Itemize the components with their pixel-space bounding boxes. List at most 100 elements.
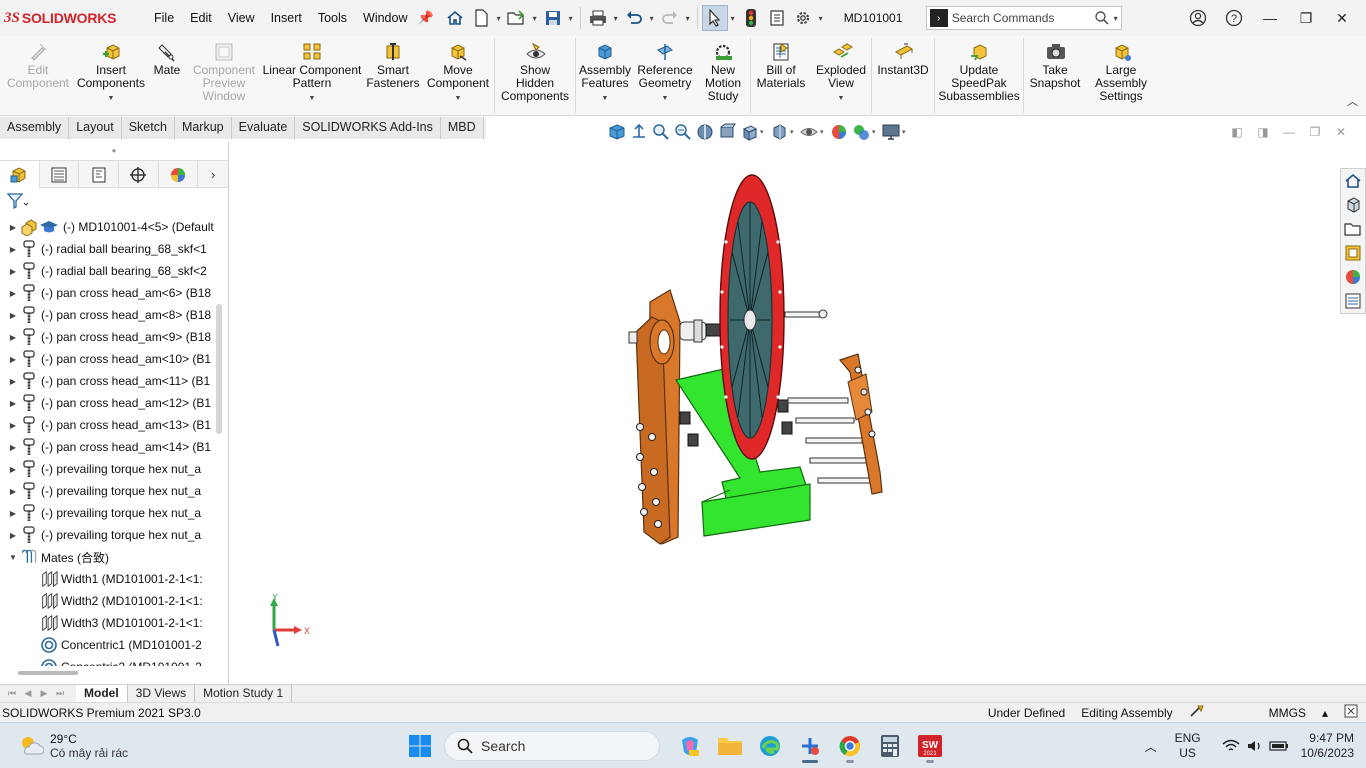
tree-item[interactable]: ▶ (-) pan cross head_am<12> (B1 bbox=[0, 392, 216, 414]
panel-grip[interactable]: ● bbox=[0, 142, 228, 160]
tree-item[interactable]: ▼ Mates (合致) bbox=[0, 546, 216, 568]
feature-manager-tab[interactable] bbox=[0, 161, 40, 189]
new-document-button[interactable] bbox=[468, 5, 494, 31]
tab-mbd[interactable]: MBD bbox=[440, 117, 484, 139]
scene-dropdown[interactable]: ▾ bbox=[872, 128, 880, 136]
search-commands-box[interactable]: › Search Commands ▾ bbox=[925, 6, 1122, 30]
undo-dropdown[interactable]: ▾ bbox=[647, 14, 657, 23]
chrome-app[interactable] bbox=[830, 727, 870, 765]
tree-item[interactable]: ▶ (-) prevailing torque hex nut_a bbox=[0, 480, 216, 502]
view-orientation-button[interactable] bbox=[738, 122, 760, 142]
show-hidden-icons-button[interactable]: ︿ bbox=[1139, 738, 1163, 755]
expand-closed-icon[interactable]: ▶ bbox=[6, 509, 20, 518]
cmd-exploded-view[interactable]: Exploded View ▼ bbox=[811, 36, 871, 115]
tree-item[interactable]: ▶ (-) radial ball bearing_68_skf<2 bbox=[0, 260, 216, 282]
expand-closed-icon[interactable]: ▶ bbox=[6, 443, 20, 452]
cmd-motion-study[interactable]: New Motion Study bbox=[696, 36, 750, 115]
calculator-app[interactable] bbox=[870, 727, 910, 765]
minimize-button[interactable]: — bbox=[1252, 0, 1288, 36]
edge-app[interactable] bbox=[750, 727, 790, 765]
graphics-area[interactable]: Y X bbox=[230, 142, 1338, 684]
mate-item[interactable]: Concentric1 (MD101001-2 bbox=[0, 634, 216, 656]
save-dropdown[interactable]: ▾ bbox=[566, 14, 576, 23]
apply-scene-button[interactable] bbox=[850, 122, 872, 142]
cmd-reference-geometry[interactable]: Reference Geometry ▼ bbox=[634, 36, 696, 115]
tree-item[interactable]: ▶ (-) MD101001-4<5> (Default bbox=[0, 216, 216, 238]
collapse-ribbon-icon[interactable]: ︿ bbox=[1347, 93, 1358, 109]
tab-evaluate[interactable]: Evaluate bbox=[231, 117, 296, 139]
open-dropdown[interactable]: ▾ bbox=[530, 14, 540, 23]
zoom-to-area-button[interactable] bbox=[628, 122, 650, 142]
tree-vertical-scrollbar[interactable] bbox=[216, 304, 222, 434]
expand-closed-icon[interactable]: ▶ bbox=[6, 399, 20, 408]
expand-closed-icon[interactable]: ▶ bbox=[6, 333, 20, 342]
cmd-speedpak[interactable]: Update SpeedPak Subassemblies bbox=[935, 36, 1023, 115]
first-tab-icon[interactable]: ⏮ bbox=[4, 688, 20, 699]
cmd-smart-fasteners[interactable]: Smart Fasteners bbox=[364, 36, 422, 115]
options-dropdown[interactable]: ▾ bbox=[816, 14, 826, 23]
wifi-status[interactable] bbox=[1219, 739, 1243, 753]
tree-item[interactable]: ▶ (-) pan cross head_am<8> (B18 bbox=[0, 304, 216, 326]
doc-tile-right-button[interactable]: ◨ bbox=[1250, 123, 1276, 141]
copilot-app[interactable] bbox=[670, 727, 710, 765]
save-button[interactable] bbox=[540, 5, 566, 31]
expand-closed-icon[interactable]: ▶ bbox=[6, 223, 20, 232]
help-button[interactable]: ? bbox=[1216, 0, 1252, 36]
system-clock[interactable]: 9:47 PM 10/6/2023 bbox=[1301, 731, 1354, 761]
expand-closed-icon[interactable]: ▶ bbox=[6, 531, 20, 540]
solidworks-resources-button[interactable] bbox=[1341, 169, 1365, 193]
custom-properties-button[interactable] bbox=[1341, 289, 1365, 313]
tab-model[interactable]: Model bbox=[76, 685, 128, 702]
close-button[interactable]: ✕ bbox=[1324, 0, 1360, 36]
mate-item[interactable]: Width1 (MD101001-2-1<1: bbox=[0, 568, 216, 590]
expand-closed-icon[interactable]: ▶ bbox=[6, 267, 20, 276]
doc-minimize-button[interactable]: — bbox=[1276, 123, 1302, 141]
property-manager-tab[interactable] bbox=[40, 161, 80, 189]
more-tabs-button[interactable]: › bbox=[198, 161, 228, 187]
expand-closed-icon[interactable]: ▶ bbox=[6, 355, 20, 364]
doc-restore-button[interactable]: ❐ bbox=[1302, 123, 1328, 141]
prev-tab-icon[interactable]: ◀ bbox=[20, 688, 36, 699]
search-dropdown[interactable]: ▾ bbox=[1111, 14, 1121, 23]
print-dropdown[interactable]: ▾ bbox=[611, 14, 621, 23]
tab-addins[interactable]: SOLIDWORKS Add-Ins bbox=[295, 117, 441, 139]
zoom-button[interactable] bbox=[650, 122, 672, 142]
cmd-bill-of-materials[interactable]: Bill of Materials bbox=[751, 36, 811, 115]
tree-item[interactable]: ▶ (-) pan cross head_am<10> (B1 bbox=[0, 348, 216, 370]
tree-item[interactable]: ▶ (-) pan cross head_am<9> (B18 bbox=[0, 326, 216, 348]
expand-closed-icon[interactable]: ▶ bbox=[6, 289, 20, 298]
display-style-button[interactable] bbox=[768, 122, 790, 142]
last-tab-icon[interactable]: ⏭ bbox=[52, 688, 68, 699]
menu-view[interactable]: View bbox=[220, 0, 263, 36]
assembly-model-view[interactable] bbox=[610, 172, 930, 552]
battery-status[interactable] bbox=[1267, 740, 1291, 752]
menu-tools[interactable]: Tools bbox=[310, 0, 355, 36]
tree-item[interactable]: ▶ (-) prevailing torque hex nut_a bbox=[0, 502, 216, 524]
cmd-linear-pattern[interactable]: Linear Component Pattern ▼ bbox=[260, 36, 364, 115]
solidworks-logo[interactable]: 3S SOLIDWORKS bbox=[4, 10, 140, 27]
expand-open-icon[interactable]: ▼ bbox=[6, 553, 20, 562]
cmd-assembly-features[interactable]: Assembly Features ▼ bbox=[576, 36, 634, 115]
file-explorer-button[interactable] bbox=[1341, 217, 1365, 241]
redo-dropdown[interactable]: ▾ bbox=[683, 14, 693, 23]
new-dropdown[interactable]: ▾ bbox=[494, 14, 504, 23]
expand-closed-icon[interactable]: ▶ bbox=[6, 311, 20, 320]
chevron-down-icon[interactable]: ▼ bbox=[602, 92, 609, 105]
view-settings-dropdown[interactable]: ▾ bbox=[902, 128, 910, 136]
expand-closed-icon[interactable]: ▶ bbox=[6, 487, 20, 496]
rebuild-button[interactable] bbox=[738, 5, 764, 31]
cmd-large-assembly[interactable]: Large Assembly Settings bbox=[1086, 36, 1156, 115]
tab-motion-study[interactable]: Motion Study 1 bbox=[195, 685, 293, 702]
tree-item[interactable]: ▶ (-) radial ball bearing_68_skf<1 bbox=[0, 238, 216, 260]
tree-item[interactable]: ▶ (-) prevailing torque hex nut_a bbox=[0, 458, 216, 480]
undo-button[interactable] bbox=[621, 5, 647, 31]
restore-button[interactable]: ❐ bbox=[1288, 0, 1324, 36]
select-dropdown[interactable]: ▾ bbox=[728, 14, 738, 23]
chevron-down-icon[interactable]: ▼ bbox=[455, 92, 462, 105]
view-settings-button[interactable] bbox=[880, 122, 902, 142]
expand-closed-icon[interactable]: ▶ bbox=[6, 465, 20, 474]
taskbar-search[interactable]: Search bbox=[444, 731, 660, 761]
chevron-down-icon[interactable]: ▼ bbox=[108, 92, 115, 105]
print-button[interactable] bbox=[585, 5, 611, 31]
chevron-down-icon[interactable]: ▼ bbox=[309, 92, 316, 105]
